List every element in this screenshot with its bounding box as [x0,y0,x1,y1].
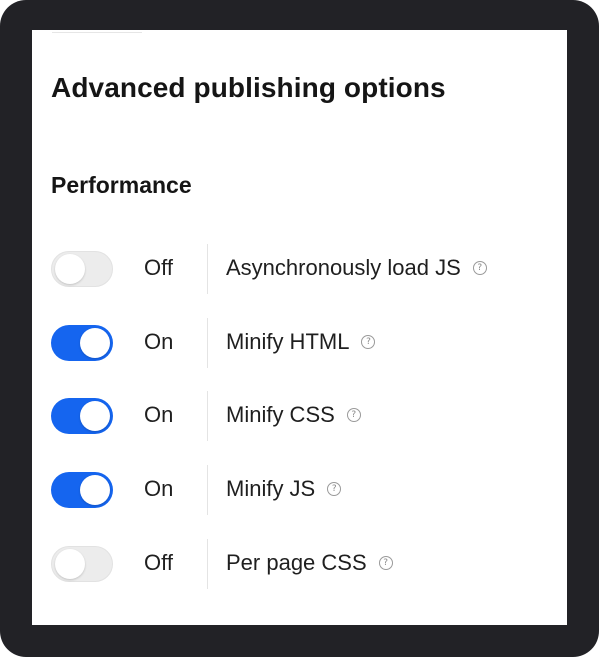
advanced-publishing-panel: Advanced publishing options Performance … [32,30,567,625]
minify-html-label-group: Minify HTML ? [226,329,376,355]
async-js-state: Off [144,255,173,280]
minify-html-toggle[interactable] [51,325,113,361]
async-js-toggle[interactable] [51,251,113,287]
option-row-async-js: Off Asynchronously load JS ? [32,244,567,294]
toggle-knob [80,328,110,358]
help-icon[interactable]: ? [378,556,393,570]
window-frame: Advanced publishing options Performance … [0,0,599,657]
top-divider [52,32,142,33]
minify-js-label-group: Minify JS ? [226,476,342,502]
section-title-performance: Performance [51,172,192,198]
row-separator [207,465,208,515]
help-icon[interactable]: ? [472,261,487,275]
row-separator [207,318,208,368]
panel-title: Advanced publishing options [51,72,446,103]
option-row-minify-html: On Minify HTML ? [32,318,567,368]
minify-html-label: Minify HTML [226,329,350,354]
async-js-label: Asynchronously load JS [226,255,461,280]
help-icon[interactable]: ? [361,335,376,349]
option-row-per-page-css: Off Per page CSS ? [32,539,567,589]
row-separator [207,244,208,294]
option-row-minify-js: On Minify JS ? [32,465,567,515]
async-js-label-group: Asynchronously load JS ? [226,255,487,281]
toggle-knob [55,254,85,284]
per-page-css-label: Per page CSS [226,550,367,575]
minify-html-state: On [144,329,174,354]
per-page-css-label-group: Per page CSS ? [226,550,393,576]
toggle-knob [80,401,110,431]
minify-js-label: Minify JS [226,476,316,501]
option-row-minify-css: On Minify CSS ? [32,391,567,441]
minify-css-label-group: Minify CSS ? [226,402,361,428]
help-icon[interactable]: ? [346,408,361,422]
minify-css-toggle[interactable] [51,398,113,434]
toggle-knob [80,475,110,505]
row-separator [207,391,208,441]
per-page-css-toggle[interactable] [51,546,113,582]
row-separator [207,539,208,589]
per-page-css-state: Off [144,550,173,575]
minify-css-label: Minify CSS [226,402,335,427]
toggle-knob [55,549,85,579]
help-icon[interactable]: ? [327,482,342,496]
minify-js-state: On [144,476,174,501]
minify-css-state: On [144,402,174,427]
minify-js-toggle[interactable] [51,472,113,508]
